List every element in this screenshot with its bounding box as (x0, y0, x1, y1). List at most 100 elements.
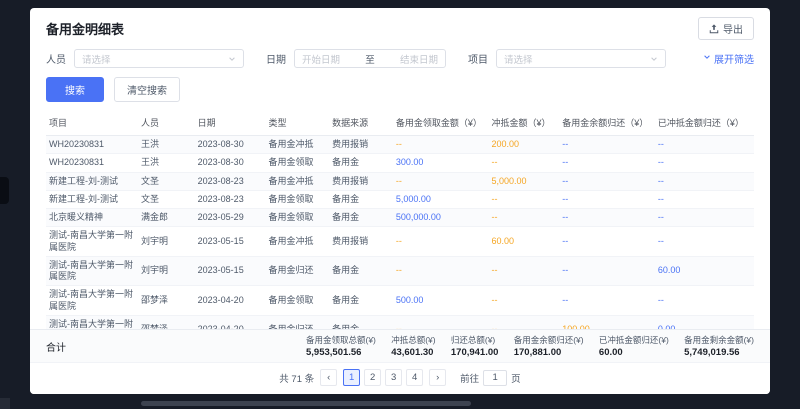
person-filter-label: 人员 (46, 51, 66, 66)
column-header: 类型 (265, 110, 329, 136)
cell-offset_return: 0.00 (655, 315, 754, 329)
cell-received: -- (393, 315, 489, 329)
data-table: 项目人员日期类型数据来源备用金领取金额（¥）冲抵金额（¥）备用金余额归还（¥）已… (30, 110, 770, 329)
summary-item: 已冲抵金额归还(¥)60.00 (599, 334, 669, 358)
project-select[interactable]: 请选择 (496, 49, 666, 68)
cell-offset: -- (488, 286, 559, 316)
cell-source: 备用金 (329, 256, 393, 286)
cell-balance_return: -- (559, 209, 655, 227)
table-row: 新建工程-刘-测试文圣2023-08-23备用金领取备用金5,000.00---… (46, 190, 754, 208)
goto-page-input[interactable] (483, 370, 507, 386)
column-header: 备用金领取金额（¥） (393, 110, 489, 136)
cell-date: 2023-08-23 (195, 172, 266, 190)
summary-item: 归还总额(¥)170,941.00 (451, 334, 499, 358)
cell-source: 备用金 (329, 190, 393, 208)
cell-offset_return: 60.00 (655, 256, 754, 286)
column-header: 备用金余额归还（¥） (559, 110, 655, 136)
cell-received: 300.00 (393, 154, 489, 172)
summary-item: 备用金剩余金额(¥)5,749,019.56 (684, 334, 754, 358)
page-button-3[interactable]: 3 (385, 369, 402, 386)
cell-source: 备用金 (329, 209, 393, 227)
table-row: 北京暖义精神满金郎2023-05-29备用金领取备用金500,000.00---… (46, 209, 754, 227)
export-label: 导出 (723, 21, 743, 36)
summary-item: 冲抵总额(¥)43,601.30 (391, 334, 435, 358)
goto-page: 前往 页 (460, 370, 521, 386)
cell-date: 2023-05-29 (195, 209, 266, 227)
cell-person: 邵梦泽 (138, 286, 195, 316)
person-select[interactable]: 请选择 (74, 49, 244, 68)
cell-type: 备用金归还 (265, 256, 329, 286)
person-filter: 人员 请选择 (46, 49, 244, 68)
search-button[interactable]: 搜索 (46, 77, 104, 102)
total-count: 共 71 条 (279, 371, 314, 385)
cell-balance_return: -- (559, 190, 655, 208)
table-body: WH20230831王洪2023-08-30备用金冲抵费用报销--200.00-… (46, 136, 754, 330)
cell-offset_return: -- (655, 172, 754, 190)
table-row: WH20230831王洪2023-08-30备用金领取备用金300.00----… (46, 154, 754, 172)
drawer-handle[interactable] (0, 177, 9, 204)
cell-type: 备用金冲抵 (265, 136, 329, 154)
column-header: 已冲抵金额归还（¥） (655, 110, 754, 136)
cell-balance_return: -- (559, 227, 655, 257)
cell-offset_return: -- (655, 154, 754, 172)
cell-balance_return: -- (559, 256, 655, 286)
page-button-1[interactable]: 1 (343, 369, 360, 386)
expand-filters-link[interactable]: 展开筛选 (703, 51, 754, 66)
cell-person: 满金郎 (138, 209, 195, 227)
cell-source: 备用金 (329, 315, 393, 329)
column-header: 项目 (46, 110, 138, 136)
cell-person: 文圣 (138, 172, 195, 190)
cell-project: 测试-南昌大学第一附属医院 (46, 286, 138, 316)
cell-offset_return: -- (655, 286, 754, 316)
page-title: 备用金明细表 (46, 19, 124, 38)
project-filter: 项目 请选择 (468, 49, 666, 68)
cell-date: 2023-05-15 (195, 227, 266, 257)
cell-offset: -- (488, 315, 559, 329)
chevron-down-icon (650, 55, 658, 63)
cell-balance_return: -- (559, 136, 655, 154)
clear-search-button[interactable]: 清空搜索 (114, 77, 180, 102)
cell-offset: 60.00 (488, 227, 559, 257)
cell-received: -- (393, 227, 489, 257)
cell-received: -- (393, 136, 489, 154)
prev-page-button[interactable]: ‹ (320, 369, 337, 386)
cell-person: 王洪 (138, 136, 195, 154)
cell-offset: -- (488, 154, 559, 172)
panel-header: 备用金明细表 导出 (30, 8, 770, 45)
cell-type: 备用金冲抵 (265, 172, 329, 190)
cell-balance_return: -- (559, 286, 655, 316)
cell-offset_return: -- (655, 136, 754, 154)
cell-received: -- (393, 172, 489, 190)
cell-project: WH20230831 (46, 154, 138, 172)
cell-received: 5,000.00 (393, 190, 489, 208)
scrollbar-corner (0, 398, 10, 409)
cell-received: 500,000.00 (393, 209, 489, 227)
cell-received: -- (393, 256, 489, 286)
chevron-down-icon (703, 53, 711, 64)
date-start-placeholder: 开始日期 (302, 52, 340, 66)
export-button[interactable]: 导出 (698, 17, 754, 40)
project-filter-label: 项目 (468, 51, 488, 66)
cell-offset_return: -- (655, 190, 754, 208)
date-separator: 至 (365, 52, 375, 66)
goto-label-suffix: 页 (511, 371, 521, 385)
column-header: 数据来源 (329, 110, 393, 136)
page-button-2[interactable]: 2 (364, 369, 381, 386)
chevron-down-icon (228, 55, 236, 63)
cell-person: 刘宇明 (138, 227, 195, 257)
column-header: 人员 (138, 110, 195, 136)
next-page-button[interactable]: › (429, 369, 446, 386)
cell-source: 备用金 (329, 154, 393, 172)
table-row: 新建工程-刘-测试文圣2023-08-23备用金冲抵费用报销--5,000.00… (46, 172, 754, 190)
date-range-picker[interactable]: 开始日期 至 结束日期 (294, 49, 446, 68)
summary-item: 备用金领取总额(¥)5,953,501.56 (306, 334, 376, 358)
cell-balance_return: 100.00 (559, 315, 655, 329)
summary-total-label: 合计 (46, 339, 306, 354)
cell-offset: 200.00 (488, 136, 559, 154)
cell-type: 备用金归还 (265, 315, 329, 329)
page-button-4[interactable]: 4 (406, 369, 423, 386)
cell-received: 500.00 (393, 286, 489, 316)
horizontal-scrollbar[interactable] (141, 401, 471, 406)
filter-bar: 人员 请选择 日期 开始日期 至 结束日期 项目 请 (30, 45, 770, 70)
cell-source: 费用报销 (329, 227, 393, 257)
